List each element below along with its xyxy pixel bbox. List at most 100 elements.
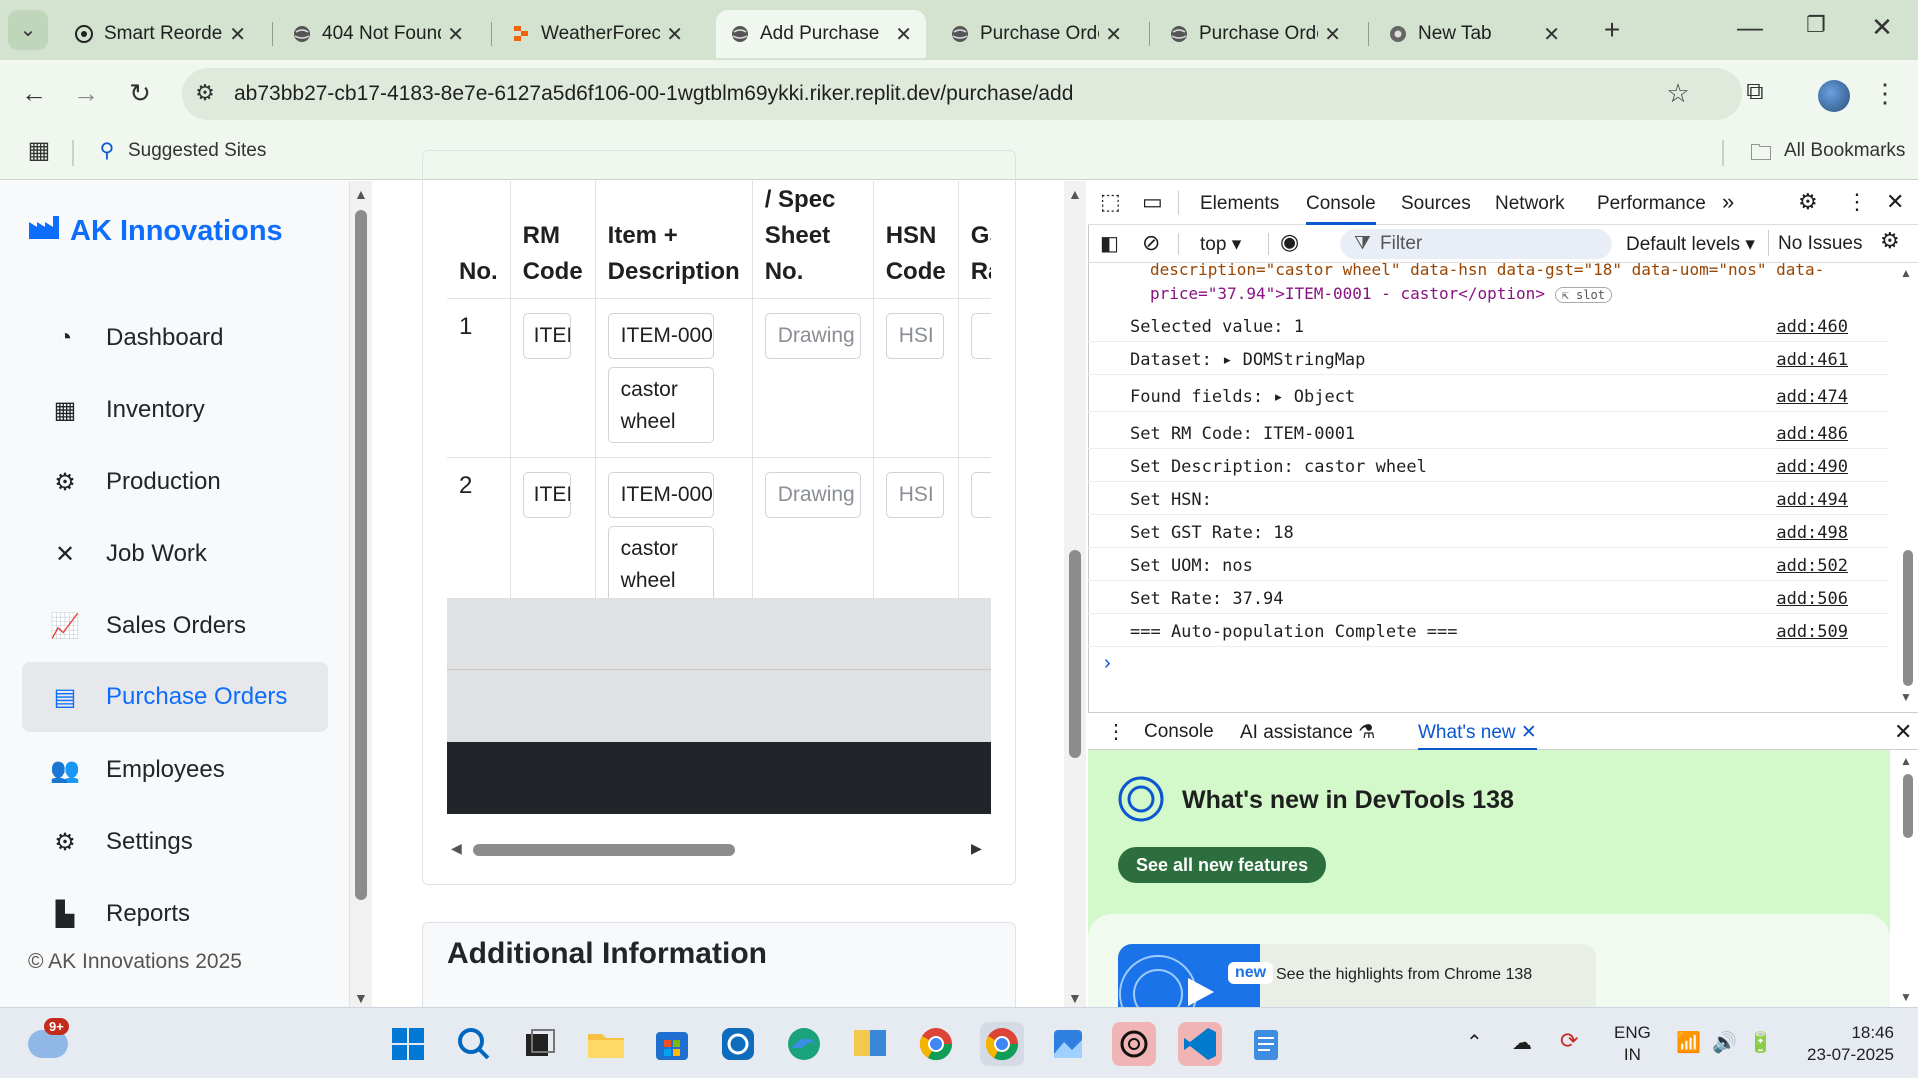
chatgpt-icon[interactable]: [1112, 1022, 1156, 1066]
log-source-link[interactable]: add:494: [1776, 490, 1848, 510]
scroll-up-arrow-icon[interactable]: ▲: [1900, 754, 1912, 768]
close-icon[interactable]: ✕: [447, 22, 464, 47]
main-scroll-thumb[interactable]: [1069, 550, 1081, 758]
tab-add-purchase[interactable]: Add Purchase ✕: [716, 10, 926, 58]
drawer-tab-ai-assistance[interactable]: AI assistance ⚗: [1240, 721, 1375, 744]
description-textarea[interactable]: castor wheel: [607, 525, 714, 602]
hsn-input[interactable]: HSI: [885, 312, 944, 359]
drawer-tab-whats-new[interactable]: What's new ✕: [1418, 721, 1537, 751]
app-window-icon[interactable]: [848, 1022, 892, 1066]
battery-icon[interactable]: 🔋: [1748, 1030, 1773, 1055]
extensions-icon[interactable]: ⧉: [1735, 78, 1775, 106]
site-info-icon[interactable]: ⚙: [190, 80, 220, 106]
log-source-link[interactable]: add:498: [1776, 523, 1848, 543]
tab-purchase-order-2[interactable]: Purchase Order ✕: [1155, 10, 1355, 58]
nav-settings[interactable]: ⚙ Settings: [22, 807, 328, 877]
language-indicator[interactable]: ENG IN: [1614, 1022, 1651, 1066]
search-icon[interactable]: [452, 1022, 496, 1066]
new-tab-plus-icon[interactable]: +: [1594, 14, 1630, 46]
log-levels-dropdown[interactable]: Default levels ▾: [1626, 233, 1755, 256]
tab-search-chevron-icon[interactable]: ⌄: [8, 10, 48, 50]
sidebar-toggle-icon[interactable]: ◧: [1100, 231, 1119, 256]
whats-new-scroll-thumb[interactable]: [1903, 774, 1913, 838]
see-all-features-button[interactable]: See all new features: [1118, 847, 1327, 883]
store-icon[interactable]: [650, 1022, 694, 1066]
table-scroll-thumb[interactable]: [473, 844, 735, 856]
devtools-tab-network[interactable]: Network: [1495, 193, 1565, 215]
sidebar-scroll-thumb[interactable]: [355, 210, 367, 900]
rm-code-input[interactable]: ITEI: [522, 471, 571, 518]
log-source-link[interactable]: add:506: [1776, 589, 1848, 609]
file-explorer-icon[interactable]: [584, 1022, 628, 1066]
close-icon[interactable]: ✕: [1324, 22, 1341, 47]
windows-start-icon[interactable]: [386, 1022, 430, 1066]
bookmark-star-icon[interactable]: ☆: [1658, 78, 1698, 109]
scroll-down-arrow-icon[interactable]: ▼: [1068, 990, 1082, 1006]
forward-icon[interactable]: →: [66, 78, 106, 109]
device-toolbar-icon[interactable]: ▭: [1142, 189, 1163, 215]
issues-counter[interactable]: No Issues: [1778, 233, 1862, 255]
gst-input[interactable]: [970, 312, 991, 359]
nav-sales-orders[interactable]: 📈 Sales Orders: [22, 591, 328, 661]
console-filter-input[interactable]: ⧩ Filter: [1340, 229, 1612, 259]
devtools-close-icon[interactable]: ✕: [1886, 189, 1904, 215]
volume-icon[interactable]: 🔊: [1712, 1030, 1737, 1055]
brand-logo[interactable]: AK Innovations: [28, 214, 283, 248]
item-select[interactable]: ITEM-0001: [607, 471, 714, 518]
scroll-up-arrow-icon[interactable]: ▲: [1068, 186, 1082, 202]
scroll-down-arrow-icon[interactable]: ▼: [1900, 690, 1912, 704]
profile-avatar[interactable]: [1818, 80, 1850, 112]
scroll-down-arrow-icon[interactable]: ▼: [354, 990, 368, 1006]
close-icon[interactable]: ✕: [1543, 22, 1560, 47]
slot-badge[interactable]: ⇱ slot: [1554, 287, 1612, 303]
description-textarea[interactable]: castor wheel: [607, 366, 714, 443]
wifi-icon[interactable]: 📶: [1676, 1030, 1701, 1055]
show-hidden-icons-icon[interactable]: ⌃: [1466, 1030, 1483, 1055]
scroll-down-arrow-icon[interactable]: ▼: [1900, 990, 1912, 1004]
clock[interactable]: 18:46 23-07-2025: [1790, 1022, 1894, 1066]
photos-icon[interactable]: [1046, 1022, 1090, 1066]
drawing-input[interactable]: Drawing: [764, 312, 861, 359]
scroll-left-arrow-icon[interactable]: ◀: [451, 840, 462, 857]
reload-icon[interactable]: ↻: [120, 78, 160, 109]
tab-smart-reorder[interactable]: Smart Reorder ✕: [60, 10, 260, 58]
cortana-icon[interactable]: [716, 1022, 760, 1066]
highlight-text[interactable]: See the highlights from Chrome 138: [1276, 966, 1532, 984]
close-icon[interactable]: ✕: [895, 22, 912, 47]
notepad-icon[interactable]: [1244, 1022, 1288, 1066]
drawing-input[interactable]: Drawing: [764, 471, 861, 518]
scroll-up-arrow-icon[interactable]: ▲: [1900, 266, 1912, 280]
tab-new-tab[interactable]: New Tab ✕: [1374, 10, 1574, 58]
close-icon[interactable]: ✕: [666, 22, 683, 47]
drawer-tab-console[interactable]: Console: [1144, 721, 1214, 743]
scroll-right-arrow-icon[interactable]: ▶: [971, 840, 982, 857]
back-icon[interactable]: ←: [14, 78, 54, 109]
console-scroll-thumb[interactable]: [1903, 550, 1913, 686]
log-text[interactable]: Dataset: ▸ DOMStringMap: [1130, 350, 1365, 370]
browser-menu-icon[interactable]: ⋮: [1870, 78, 1900, 109]
devtools-tab-console[interactable]: Console: [1306, 193, 1376, 225]
nav-production[interactable]: ⚙ Production: [22, 447, 328, 517]
inspect-icon[interactable]: ⬚: [1100, 189, 1121, 215]
nav-inventory[interactable]: ▦ Inventory: [22, 375, 328, 445]
context-selector[interactable]: top ▾: [1200, 233, 1241, 256]
log-source-link[interactable]: add:509: [1776, 622, 1848, 642]
chrome-profile-icon[interactable]: [914, 1022, 958, 1066]
devtools-menu-icon[interactable]: ⋮: [1846, 189, 1868, 215]
hsn-input[interactable]: HSI: [885, 471, 944, 518]
all-bookmarks-link[interactable]: All Bookmarks: [1784, 140, 1905, 162]
chrome-active-icon[interactable]: [980, 1022, 1024, 1066]
table-horizontal-scrollbar[interactable]: ◀ ▶: [447, 836, 991, 864]
log-source-link[interactable]: add:502: [1776, 556, 1848, 576]
apps-grid-icon[interactable]: ▦: [22, 136, 56, 165]
tab-purchase-order-1[interactable]: Purchase Order ✕: [936, 10, 1136, 58]
log-source-link[interactable]: add:461: [1776, 350, 1848, 370]
log-source-link[interactable]: add:474: [1776, 387, 1848, 407]
devtools-tab-sources[interactable]: Sources: [1401, 193, 1471, 215]
console-settings-icon[interactable]: ⚙: [1880, 228, 1900, 254]
nav-purchase-orders[interactable]: ▤ Purchase Orders: [22, 662, 328, 732]
log-source-link[interactable]: add:490: [1776, 457, 1848, 477]
item-select[interactable]: ITEM-0001: [607, 312, 714, 359]
drawer-close-icon[interactable]: ✕: [1894, 719, 1912, 745]
close-icon[interactable]: ✕: [229, 22, 246, 47]
